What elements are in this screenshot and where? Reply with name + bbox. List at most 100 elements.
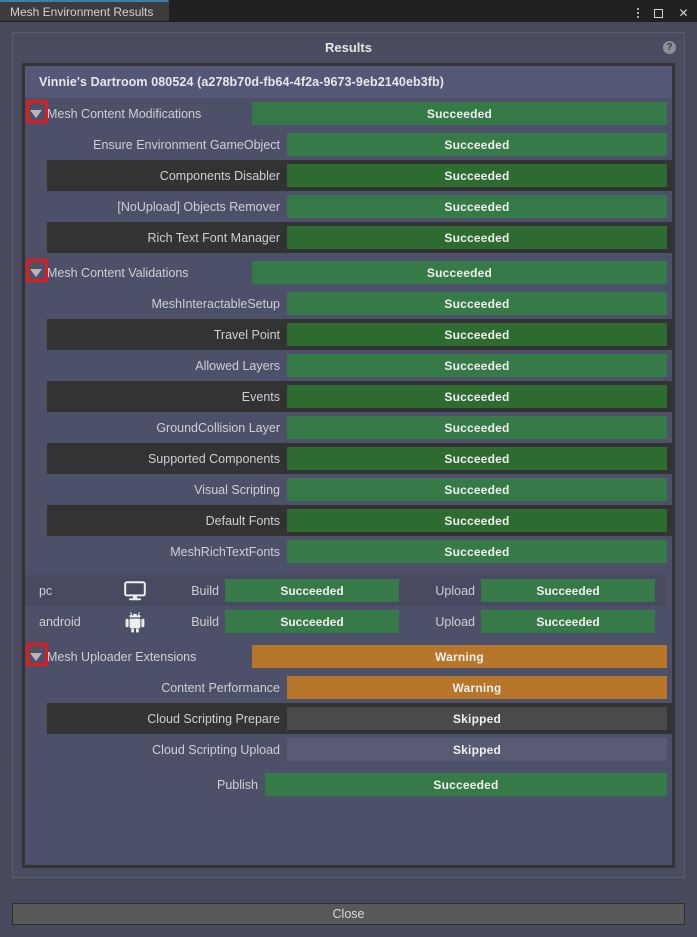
close-button[interactable]: Close [12, 903, 685, 925]
upload-label: Upload [435, 614, 475, 629]
close-icon[interactable]: ✕ [677, 6, 690, 20]
section-label: Mesh Uploader Extensions [47, 649, 197, 664]
result-row[interactable]: Events Succeeded [47, 381, 672, 412]
result-row[interactable]: Components Disabler Succeeded [47, 160, 672, 191]
status-badge: Succeeded [252, 261, 667, 284]
status-badge: Succeeded [287, 416, 667, 439]
result-row[interactable]: Cloud Scripting Prepare Skipped [47, 703, 672, 734]
result-label: Components Disabler [159, 168, 280, 183]
status-badge: Succeeded [287, 385, 667, 408]
result-row[interactable]: [NoUpload] Objects Remover Succeeded [47, 191, 672, 222]
section-items-mesh-content-validations: MeshInteractableSetup Succeeded Travel P… [25, 288, 672, 567]
result-label: Travel Point [213, 327, 280, 342]
status-badge: Succeeded [287, 323, 667, 346]
upload-label: Upload [435, 583, 475, 598]
status-badge: Succeeded [287, 540, 667, 563]
upload-status-badge: Succeeded [481, 610, 655, 633]
foldout-arrow-icon[interactable] [25, 641, 48, 672]
platform-row-android[interactable]: android Build Succeeded Upload Succeeded [25, 606, 666, 637]
result-label: Events [241, 389, 280, 404]
result-label: GroundCollision Layer [156, 420, 280, 435]
page-title: Results [325, 39, 372, 55]
result-row[interactable]: Rich Text Font Manager Succeeded [47, 222, 672, 253]
upload-status-badge: Succeeded [481, 579, 655, 602]
status-badge: Skipped [287, 707, 667, 730]
result-label: Ensure Environment GameObject [93, 137, 280, 152]
result-row[interactable]: Cloud Scripting Upload Skipped [47, 734, 672, 765]
status-badge: Succeeded [252, 102, 667, 125]
android-robot-icon [111, 606, 159, 637]
status-badge: Succeeded [265, 773, 667, 796]
result-row[interactable]: MeshRichTextFonts Succeeded [47, 536, 672, 567]
maximize-icon[interactable] [654, 7, 667, 20]
result-row[interactable]: Travel Point Succeeded [47, 319, 672, 350]
publish-label: Publish [217, 777, 258, 792]
status-badge: Warning [287, 676, 667, 699]
build-status-badge: Succeeded [225, 579, 399, 602]
result-label: [NoUpload] Objects Remover [117, 199, 280, 214]
results-scroll-area[interactable]: Vinnie's Dartroom 080524 (a278b70d-fb64-… [22, 63, 675, 868]
build-label: Build [191, 583, 219, 598]
platform-name: android [39, 614, 81, 629]
result-label: MeshRichTextFonts [170, 544, 280, 559]
status-badge: Succeeded [287, 226, 667, 249]
results-panel: Results ? Vinnie's Dartroom 080524 (a278… [12, 32, 685, 878]
section-items-mesh-content-modifications: Ensure Environment GameObject Succeeded … [25, 129, 672, 253]
results-list: Vinnie's Dartroom 080524 (a278b70d-fb64-… [25, 66, 672, 806]
mesh-environment-results-window: Mesh Environment Results ✕ Results ? Vin… [0, 0, 697, 937]
platform-build-upload-block: pc Build Succeeded Upload Succeeded andr… [25, 571, 672, 641]
section-header-mesh-uploader-extensions[interactable]: Mesh Uploader Extensions Warning [25, 641, 672, 672]
status-badge: Warning [252, 645, 667, 668]
status-badge: Succeeded [287, 447, 667, 470]
result-row[interactable]: Ensure Environment GameObject Succeeded [47, 129, 672, 160]
kebab-menu-icon[interactable] [631, 7, 644, 20]
section-header-mesh-content-validations[interactable]: Mesh Content Validations Succeeded [25, 257, 672, 288]
result-label: Allowed Layers [195, 358, 280, 373]
window-controls: ✕ [631, 0, 697, 22]
panel-header: Results ? [13, 33, 684, 61]
section-label: Mesh Content Modifications [47, 106, 202, 121]
status-badge: Skipped [287, 738, 667, 761]
result-row[interactable]: Default Fonts Succeeded [47, 505, 672, 536]
tab-mesh-environment-results[interactable]: Mesh Environment Results [0, 0, 170, 21]
result-row[interactable]: Allowed Layers Succeeded [47, 350, 672, 381]
result-label: Visual Scripting [194, 482, 280, 497]
result-label: Cloud Scripting Prepare [147, 711, 280, 726]
window-titlebar: Mesh Environment Results ✕ [0, 0, 697, 22]
status-badge: Succeeded [287, 195, 667, 218]
section-label: Mesh Content Validations [47, 265, 189, 280]
window-body: Results ? Vinnie's Dartroom 080524 (a278… [0, 22, 697, 937]
platform-row-pc[interactable]: pc Build Succeeded Upload Succeeded [25, 575, 666, 606]
environment-title: Vinnie's Dartroom 080524 (a278b70d-fb64-… [25, 66, 672, 98]
platform-name: pc [39, 583, 53, 598]
foldout-arrow-icon[interactable] [25, 98, 48, 129]
result-label: Supported Components [147, 451, 280, 466]
result-row[interactable]: GroundCollision Layer Succeeded [47, 412, 672, 443]
status-badge: Succeeded [287, 354, 667, 377]
help-icon[interactable]: ? [663, 41, 676, 54]
tab-label: Mesh Environment Results [10, 4, 154, 19]
status-badge: Succeeded [287, 509, 667, 532]
section-header-mesh-content-modifications[interactable]: Mesh Content Modifications Succeeded [25, 98, 672, 129]
result-label: Content Performance [161, 680, 280, 695]
result-label: MeshInteractableSetup [151, 296, 280, 311]
build-label: Build [191, 614, 219, 629]
status-badge: Succeeded [287, 292, 667, 315]
build-status-badge: Succeeded [225, 610, 399, 633]
section-items-mesh-uploader-extensions: Content Performance Warning Cloud Script… [25, 672, 672, 765]
status-badge: Succeeded [287, 478, 667, 501]
desktop-monitor-icon [111, 575, 159, 606]
result-row[interactable]: Supported Components Succeeded [47, 443, 672, 474]
result-label: Rich Text Font Manager [147, 230, 280, 245]
result-row[interactable]: MeshInteractableSetup Succeeded [47, 288, 672, 319]
status-badge: Succeeded [287, 133, 667, 156]
status-badge: Succeeded [287, 164, 667, 187]
result-row[interactable]: Content Performance Warning [47, 672, 672, 703]
publish-row[interactable]: Publish Succeeded [25, 769, 672, 800]
result-label: Default Fonts [205, 513, 280, 528]
result-row[interactable]: Visual Scripting Succeeded [47, 474, 672, 505]
foldout-arrow-icon[interactable] [25, 257, 48, 288]
result-label: Cloud Scripting Upload [152, 742, 280, 757]
